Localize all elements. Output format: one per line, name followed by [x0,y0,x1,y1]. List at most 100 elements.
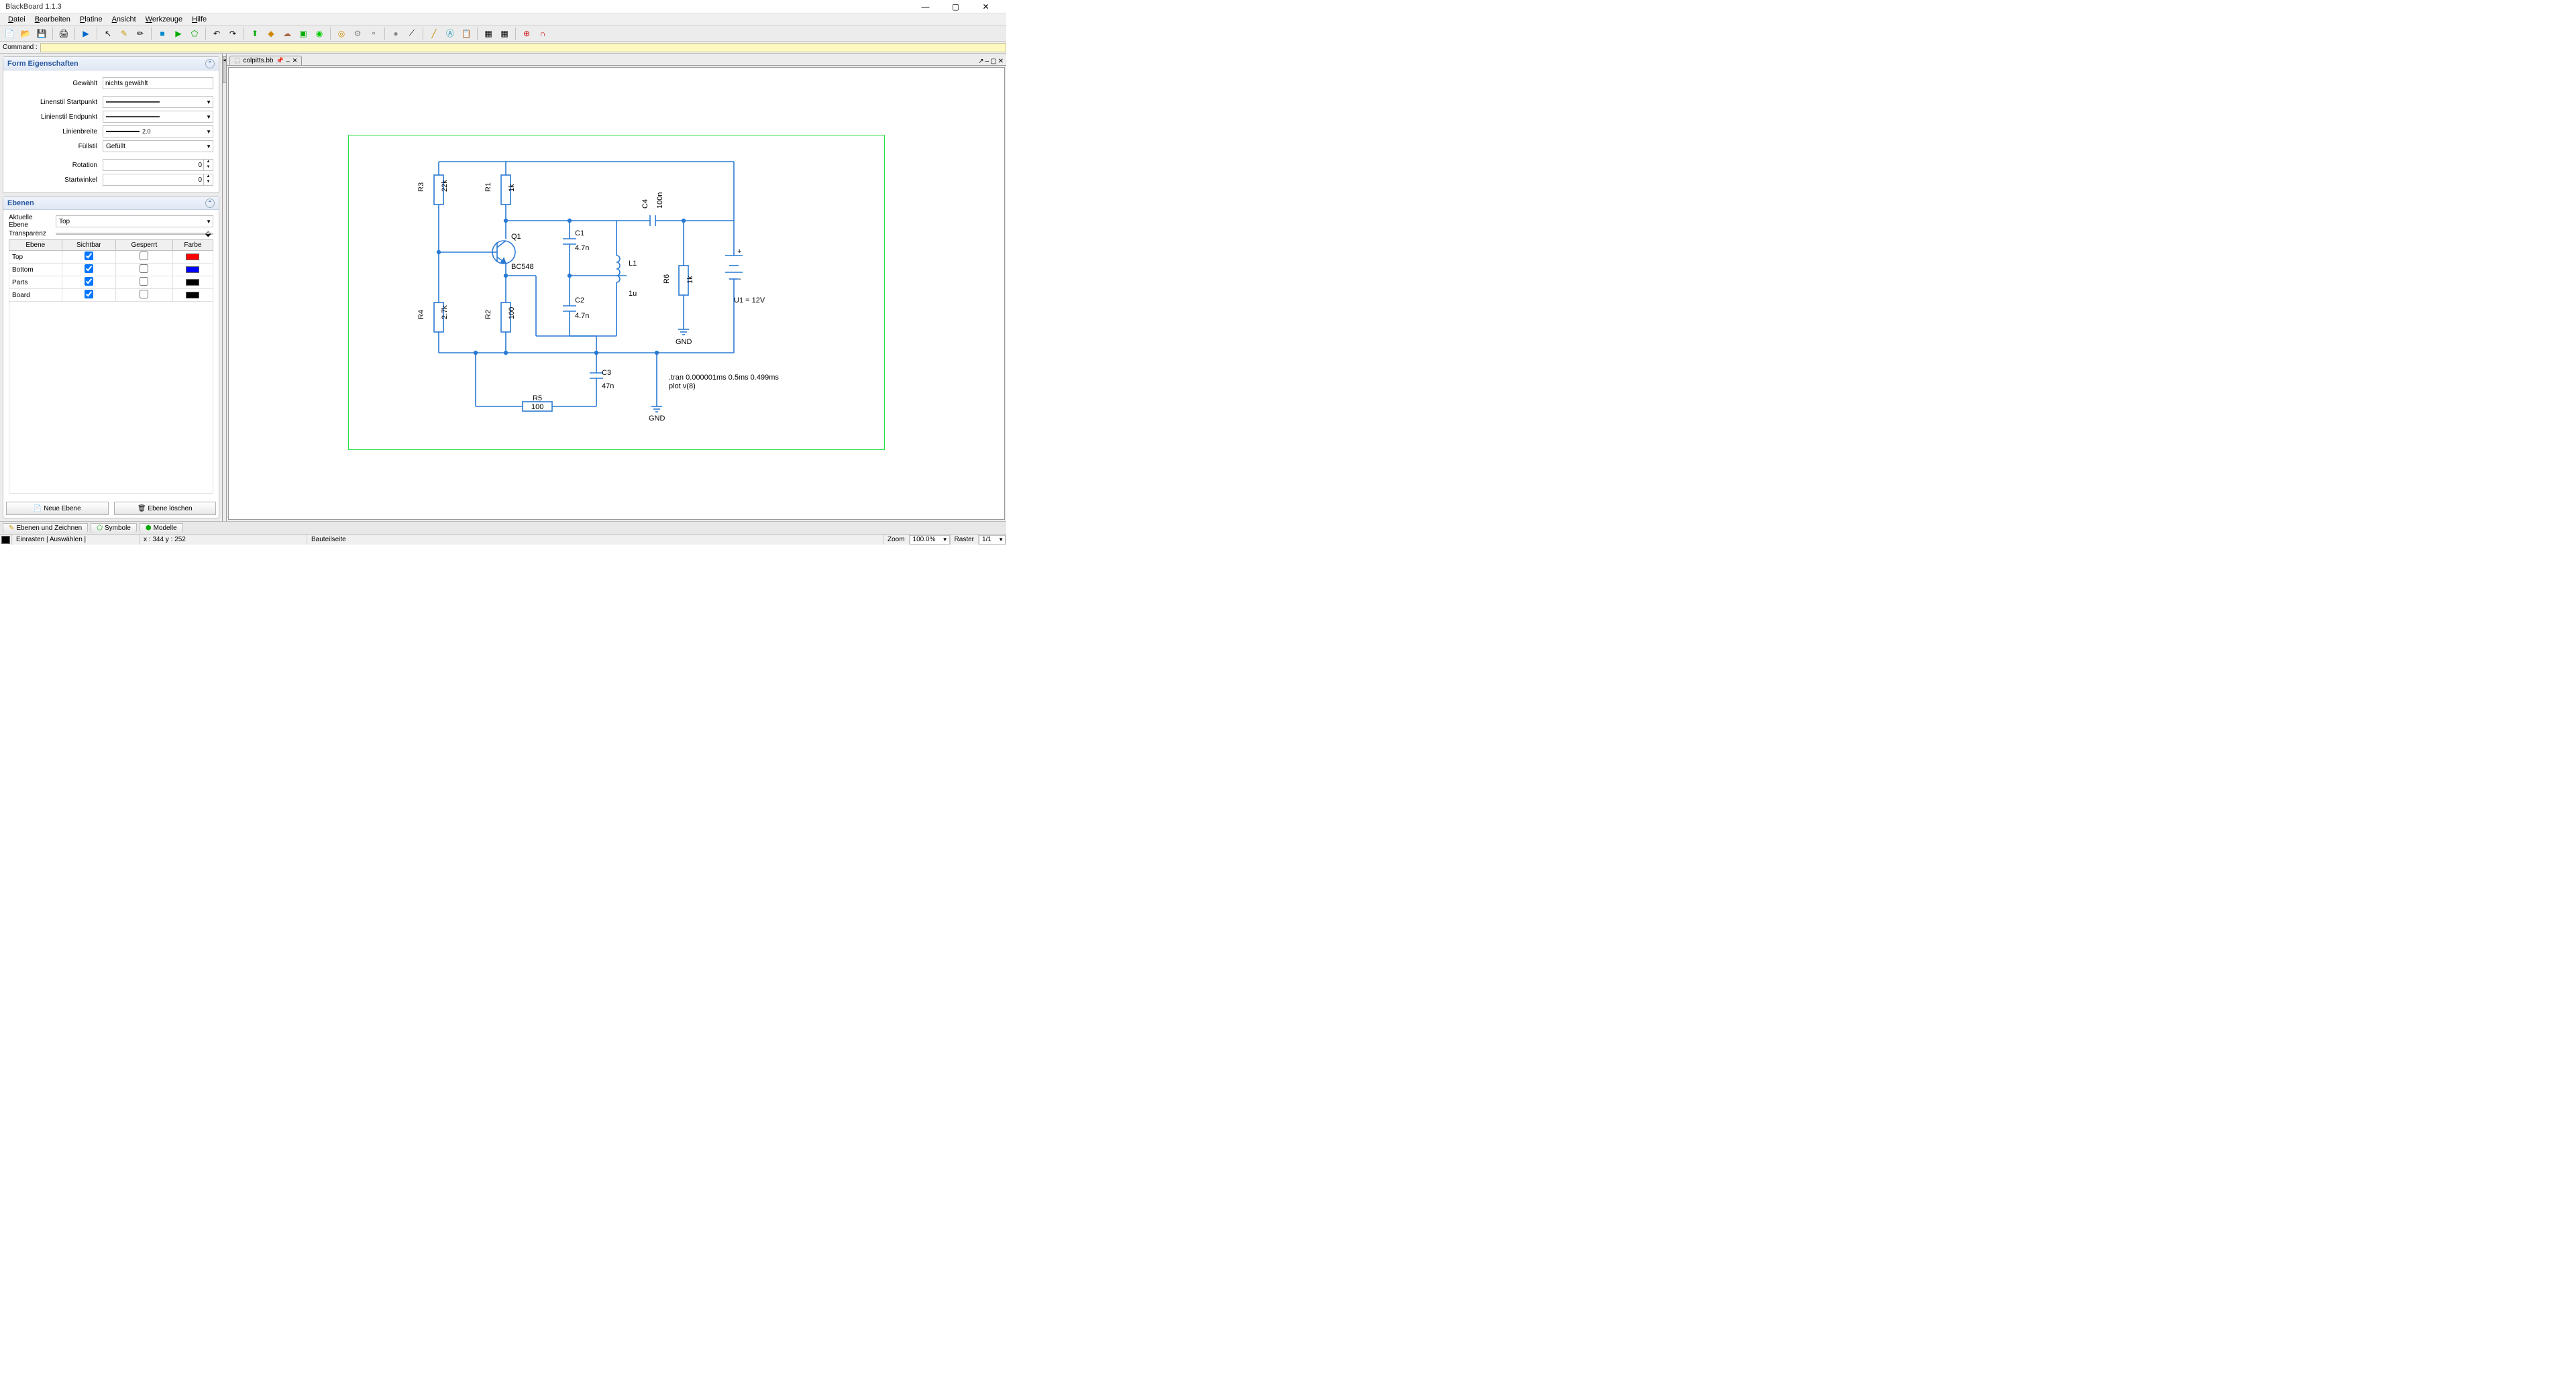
new-layer-button[interactable]: 📄 Neue Ebene [6,502,109,515]
min-icon[interactable]: – [286,58,290,64]
tab-colpitts[interactable]: ⬚ colpitts.bb 📌 – ✕ [229,56,302,65]
status-side: Bauteilseite [307,535,883,545]
svg-text:GND: GND [649,414,665,423]
status-color-swatch[interactable] [1,536,10,544]
selected-field[interactable] [103,77,213,89]
path-icon[interactable]: Ⓐ [443,27,457,40]
delete-layer-button[interactable]: 🗑 Ebene löschen [114,502,217,515]
save-icon[interactable]: 💾 [35,27,48,40]
current-layer-label: Aktuelle Ebene [9,214,56,229]
svg-text:plot v(8): plot v(8) [669,382,696,390]
undo-icon[interactable]: ↶ [210,27,223,40]
tri-icon[interactable]: ▶ [172,27,185,40]
color-swatch[interactable] [186,279,199,286]
svg-text:U1 = 12V: U1 = 12V [734,296,765,304]
open-icon[interactable]: 📂 [19,27,32,40]
pencil-icon[interactable]: ✎ [117,27,131,40]
close2-icon[interactable]: ✕ [998,58,1004,65]
collapse-icon[interactable]: ⌃ [205,59,215,68]
schematic-canvas[interactable]: + - [228,67,1005,520]
visible-checkbox[interactable] [85,252,93,260]
linestart-combo[interactable]: ▼ [103,96,213,108]
startangle-spinner[interactable]: ▲▼ [103,174,213,186]
close-tab-icon[interactable]: ✕ [292,57,298,64]
grid1-icon[interactable]: ▦ [482,27,495,40]
new-icon[interactable]: 📄 [3,27,16,40]
layers-header[interactable]: Ebenen ⌃ [3,197,219,210]
raster-combo[interactable]: 1/1▼ [979,535,1006,545]
tool8-icon[interactable]: ⚬ [367,27,380,40]
tab-label: colpitts.bb [243,57,273,64]
locked-checkbox[interactable] [140,290,148,298]
play-icon[interactable]: ▶ [79,27,93,40]
tool5-icon[interactable]: ◉ [313,27,326,40]
tool2-icon[interactable]: ◆ [264,27,278,40]
tab-ebenen[interactable]: ✎Ebenen und Zeichnen [3,523,88,533]
rect-icon[interactable]: ■ [156,27,169,40]
menu-bearbeiten[interactable]: Bearbeiten [31,15,74,24]
zoom-combo[interactable]: 100.0%▼ [910,535,950,545]
magnet-icon[interactable]: ∩ [536,27,549,40]
fillstyle-combo[interactable]: Gefüllt▼ [103,140,213,152]
tab-symbole[interactable]: ⬠Symbole [91,523,137,533]
window-titlebar: BlackBoard 1.1.3 — ▢ ✕ [0,0,1006,13]
selected-label: Gewählt [9,80,103,87]
redo-icon[interactable]: ↷ [226,27,239,40]
command-input[interactable] [40,43,1006,52]
cursor-icon[interactable]: ↖ [101,27,115,40]
linewidth-combo[interactable]: 2.0▼ [103,125,213,137]
pin-icon[interactable]: 📌 [276,57,283,64]
grid2-icon[interactable]: ▦ [498,27,511,40]
slider-thumb[interactable]: ⬙ [205,229,213,237]
minimize-button[interactable]: — [910,1,941,13]
visible-checkbox[interactable] [85,290,93,298]
target-icon[interactable]: ⊕ [520,27,533,40]
lineend-combo[interactable]: ▼ [103,111,213,123]
layers-table: Ebene Sichtbar Gesperrt Farbe Top Bottom… [9,239,213,302]
menu-datei[interactable]: Datei [4,15,30,24]
main-toolbar: 📄 📂 💾 🖨 ▶ ↖ ✎ ✏ ■ ▶ ⬠ ↶ ↷ ⬆ ◆ ☁ ▣ ◉ ◎ ⚙ … [0,25,1006,42]
rotation-spinner[interactable]: ▲▼ [103,159,213,171]
visible-checkbox[interactable] [85,277,93,286]
close-button[interactable]: ✕ [971,1,1001,13]
svg-text:L1: L1 [629,260,637,268]
max-icon[interactable]: ▢ [990,58,996,65]
document-tabs: ⬚ colpitts.bb 📌 – ✕ ↗ – ▢ ✕ [227,54,1006,66]
tool9-icon[interactable]: ● [389,27,402,40]
menu-hilfe[interactable]: Hilfe [188,15,211,24]
menu-ansicht[interactable]: Ansicht [108,15,140,24]
locked-checkbox[interactable] [140,277,148,286]
visible-checkbox[interactable] [85,264,93,273]
tool7-icon[interactable]: ⚙ [351,27,364,40]
line-icon[interactable]: ╱ [427,27,441,40]
restore-icon[interactable]: ↗ [978,58,983,65]
locked-checkbox[interactable] [140,264,148,273]
tool10-icon[interactable]: ⟋ [405,27,419,40]
locked-checkbox[interactable] [140,252,148,260]
maximize-button[interactable]: ▢ [941,1,971,13]
color-swatch[interactable] [186,292,199,298]
transparency-slider[interactable] [56,233,213,235]
color-swatch[interactable] [186,266,199,273]
edit-icon[interactable]: ✏ [133,27,147,40]
poly-icon[interactable]: ⬠ [188,27,201,40]
text-icon[interactable]: 📋 [460,27,473,40]
color-swatch[interactable] [186,254,199,260]
tool3-icon[interactable]: ☁ [280,27,294,40]
tool4-icon[interactable]: ▣ [297,27,310,40]
print-icon[interactable]: 🖨 [57,27,70,40]
tab-modelle[interactable]: ⬢Modelle [140,523,183,533]
form-properties-header[interactable]: Form Eigenschaften ⌃ [3,57,219,70]
layers-panel: Ebenen ⌃ Aktuelle Ebene Top▼ Transparenz… [3,196,219,518]
tool6-icon[interactable]: ◎ [335,27,348,40]
svg-text:-: - [739,275,741,283]
collapse-icon[interactable]: ⌃ [205,199,215,208]
min2-icon[interactable]: – [985,58,989,65]
svg-text:2.7k: 2.7k [441,305,449,319]
tool1-icon[interactable]: ⬆ [248,27,262,40]
menu-werkzeuge[interactable]: Werkzeuge [142,15,186,24]
svg-text:C2: C2 [575,296,584,304]
current-layer-combo[interactable]: Top▼ [56,215,213,227]
col-farbe: Farbe [172,240,213,251]
menu-platine[interactable]: Platine [76,15,107,24]
